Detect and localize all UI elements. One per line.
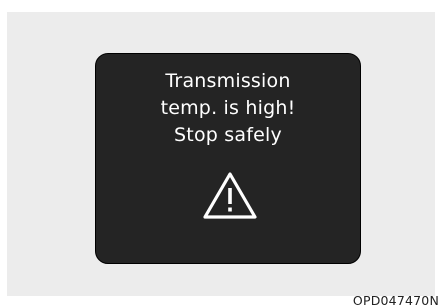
message-line-1: Transmission — [165, 70, 291, 92]
cluster-display: Transmission temp. is high! Stop safely — [95, 53, 361, 264]
figure-code: OPD047470N — [352, 293, 439, 308]
warning-triangle-icon — [203, 172, 257, 219]
message-line-3: Stop safely — [174, 124, 282, 146]
warning-message: Transmission temp. is high! Stop safely — [96, 68, 360, 149]
message-line-2: temp. is high! — [160, 97, 296, 119]
